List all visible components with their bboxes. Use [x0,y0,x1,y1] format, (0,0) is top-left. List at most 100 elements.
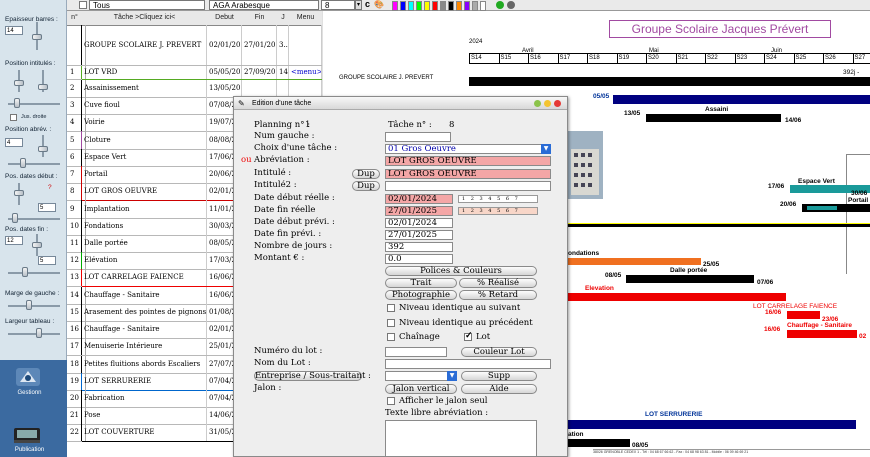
slider-knob[interactable] [38,84,48,90]
cell-menu[interactable]: <menu> [289,66,322,79]
color-swatch[interactable] [456,1,462,11]
nom-lot-input[interactable] [385,359,551,369]
intitule-input[interactable]: LOT GROS OEUVRE [385,169,551,179]
fabrication-bar[interactable] [568,439,630,447]
photographie-button[interactable]: Photographie [385,290,457,300]
palette-icon[interactable]: 🎨 [374,0,384,9]
slider-knob[interactable] [32,242,42,248]
slider-knob[interactable] [38,146,48,152]
fondations-bar[interactable] [568,258,701,265]
header-menu[interactable]: Menu [289,11,323,26]
size-dropdown-arrow-icon[interactable]: ▾ [355,0,362,10]
add-icon[interactable] [496,1,504,9]
color-swatch[interactable] [464,1,470,11]
slider-knob[interactable] [14,80,24,86]
supp-button[interactable]: Supp [461,371,537,381]
date-fin-reelle-input[interactable]: 27/01/2025 [385,206,453,216]
date-debut-reelle-input[interactable]: 02/01/2024 [385,194,453,204]
num-gauche-input[interactable] [385,132,451,142]
slider-knob[interactable] [20,158,26,168]
cell-menu[interactable] [289,25,322,65]
marge-slider[interactable] [8,305,60,307]
retard-button[interactable]: % Retard [459,290,537,300]
color-swatch[interactable] [400,1,406,11]
slider-knob[interactable] [14,190,24,196]
tous-checkbox[interactable] [79,1,87,9]
color-swatch[interactable] [432,1,438,11]
serrurerie-bar[interactable] [568,420,856,429]
color-swatch[interactable] [408,1,414,11]
pos-dates-debut-input[interactable]: 5 [38,203,56,212]
font-select[interactable]: AGA Arabesque [209,0,319,10]
trait-button[interactable]: Trait [385,278,457,288]
epaisseur-input[interactable]: 14 [5,26,23,35]
date-debut-prevu-input[interactable]: 02/01/2024 [385,218,453,228]
lot-vrd-bar[interactable] [613,95,870,104]
assainissement-bar[interactable] [646,114,781,122]
cell-menu[interactable] [289,80,322,97]
filter-select[interactable]: Tous [89,0,205,10]
project-bar[interactable] [469,77,870,86]
choix-dropdown-arrow-icon[interactable]: ▼ [541,144,551,154]
carrelage-bar[interactable] [787,311,820,319]
niveau-precedent-checkbox[interactable] [387,319,395,327]
pos-dates-fin-input-2[interactable]: 5 [38,256,56,265]
color-swatch[interactable] [392,1,398,11]
size-select[interactable]: 8 [321,0,355,10]
slider-knob[interactable] [36,328,42,338]
position-abrev-input[interactable]: 4 [5,138,23,147]
texte-libre-textarea[interactable] [385,420,537,457]
color-swatch[interactable] [472,1,478,11]
chauffage-bar[interactable] [787,330,857,338]
aide-button[interactable]: Aide [461,384,537,394]
header-fin[interactable]: Fin [242,11,278,26]
nb-jours-input[interactable]: 392 [385,242,453,252]
color-swatch[interactable] [440,1,446,11]
table-row[interactable]: GROUPE SCOLAIRE J. PREVERT02/01/202427/0… [67,25,323,66]
dup-button[interactable]: Dup [352,169,380,179]
color-swatch[interactable] [480,1,486,11]
slider-knob[interactable] [14,98,20,108]
color-c-icon[interactable]: c [365,0,370,9]
afficher-jalon-checkbox[interactable] [387,397,395,405]
couleur-lot-button[interactable]: Couleur Lot [461,347,537,357]
montant-input[interactable]: 0.0 [385,254,453,264]
polices-couleurs-button[interactable]: Polices & Couleurs [385,266,537,276]
pos-dates-fin-input-1[interactable]: 12 [5,236,23,245]
intitule2-input[interactable] [385,181,551,191]
numero-lot-input[interactable] [385,347,447,357]
gestionnaire-icon[interactable] [14,366,42,390]
lot-checkbox[interactable]: ✓ [464,332,473,341]
jus-droite-checkbox[interactable] [10,114,17,121]
remove-icon[interactable] [507,1,515,9]
weekday-picker[interactable]: 1 2 3 4 5 6 7 [458,207,538,215]
jalon-vertical-button[interactable]: Jalon vertical [385,384,457,394]
header-tache[interactable]: Tâche >Cliquez ici< [82,11,208,26]
dock-item-publication[interactable]: Publication [2,447,57,453]
choix-select[interactable]: 01 Gros Oeuvre [385,144,551,154]
maximize-icon[interactable] [544,100,551,107]
weekday-picker[interactable]: 1 2 3 4 5 6 7 [458,195,538,203]
table-row[interactable]: 1LOT VRD05/05/202427/09/2024146<menu> [67,66,323,80]
color-swatch[interactable] [416,1,422,11]
header-num[interactable]: n° [67,11,83,26]
entreprise-button[interactable]: Entreprise / Sous-traitant : [254,371,371,381]
slider-knob[interactable] [22,267,28,277]
header-debut[interactable]: Debut [207,11,243,26]
slider-knob[interactable] [26,300,32,310]
minimize-icon[interactable] [534,100,541,107]
elevation-bar[interactable] [568,293,786,301]
dock-item-gestionn[interactable]: Gestionn [2,390,57,396]
slider-knob[interactable] [32,34,42,40]
niveau-suivant-checkbox[interactable] [387,304,395,312]
largeur-slider[interactable] [8,333,60,335]
abrev-slider-h[interactable] [8,163,60,165]
entreprise-dropdown-arrow-icon[interactable]: ▼ [447,371,457,381]
date-fin-prevu-input[interactable]: 27/01/2025 [385,230,453,240]
publication-icon[interactable] [12,424,42,446]
color-swatch[interactable] [424,1,430,11]
chainage-checkbox[interactable] [387,333,395,341]
dates-fin-slider-h[interactable] [8,272,60,274]
abrev-input[interactable]: LOT GROS OEUVRE [385,156,551,166]
dup2-button[interactable]: Dup [352,181,380,191]
